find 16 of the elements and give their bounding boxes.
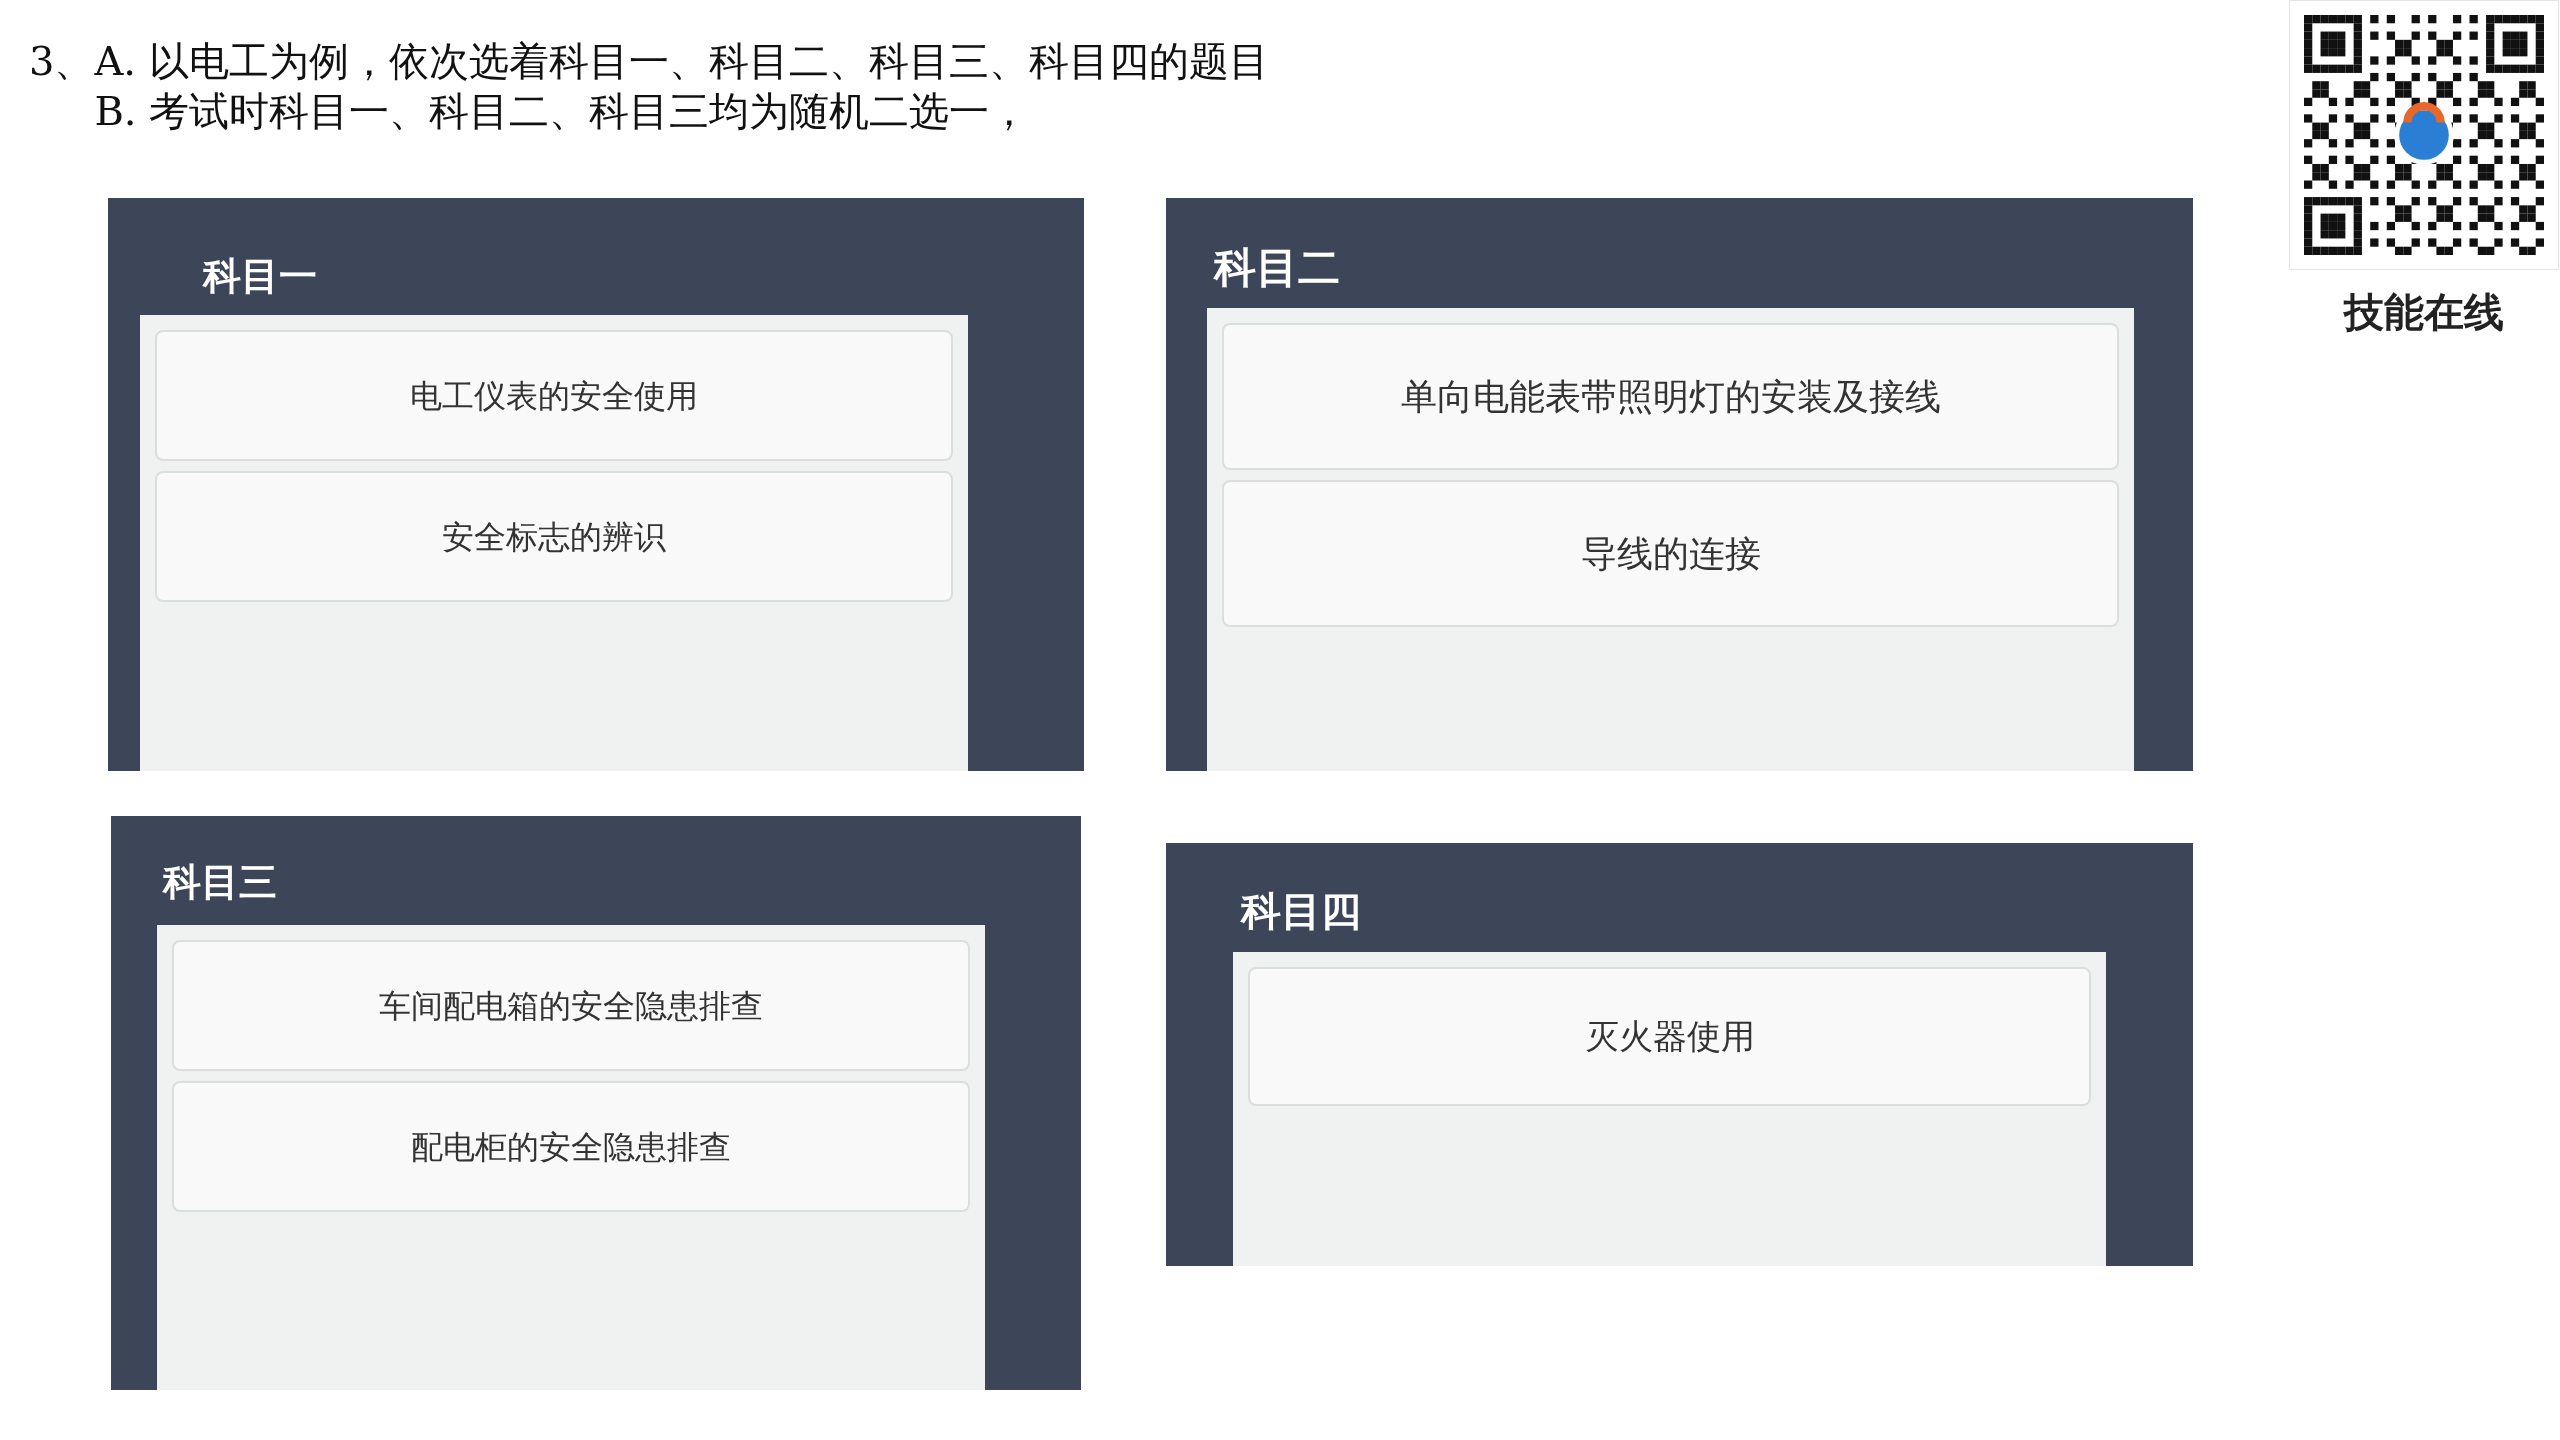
question-card[interactable]: 电工仪表的安全使用	[155, 330, 953, 461]
instruction-line: B. 考试时科目一、科目二、科目三均为随机二选一，	[94, 87, 1031, 136]
question-card[interactable]: 单向电能表带照明灯的安装及接线	[1222, 323, 2119, 470]
instruction-line: A. 以电工为例，依次选着科目一、科目二、科目三、科目四的题目	[94, 37, 1269, 86]
question-card[interactable]: 安全标志的辨识	[155, 471, 953, 602]
question-card[interactable]: 车间配电箱的安全隐患排查	[172, 940, 970, 1071]
panel-title: 科目二	[1214, 244, 1340, 291]
qr-caption: 技能在线	[2344, 289, 2504, 336]
question-card[interactable]: 导线的连接	[1222, 480, 2119, 627]
question-card[interactable]: 配电柜的安全隐患排查	[172, 1081, 970, 1212]
item-number: 3、	[29, 37, 95, 86]
panel-title: 科目一	[203, 255, 317, 297]
panel-title: 科目三	[163, 861, 277, 903]
qr-code-icon	[2304, 15, 2544, 255]
question-card[interactable]: 灭火器使用	[1248, 967, 2091, 1106]
panel-title: 科目四	[1241, 889, 1361, 933]
